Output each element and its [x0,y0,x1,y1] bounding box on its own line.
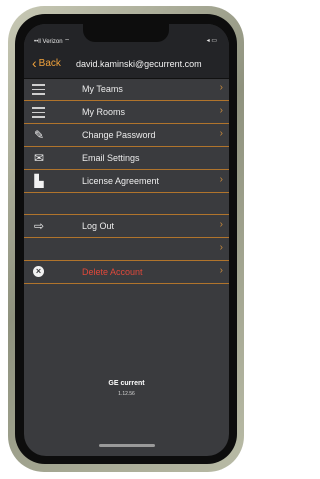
document-icon: ▙ [34,174,44,188]
hamburger-icon [32,107,45,121]
menu-item-label: License Agreement [82,176,160,186]
phone-notch [83,24,169,42]
menu-item-label: My Rooms [82,107,126,117]
menu-item-label: Delete Account [82,267,143,277]
envelope-icon: ✉ [33,151,45,165]
hamburger-icon [32,84,45,98]
menu-item-change-password[interactable]: ✎ Change Password › [24,124,229,147]
account-email-title: david.kaminski@gecurrent.com [76,59,202,69]
chevron-right-icon: › [219,82,223,93]
app-version: 1.12.56 [118,391,135,397]
chevron-right-icon: › [219,242,223,253]
menu-item-my-rooms[interactable]: My Rooms › [24,101,229,124]
menu-item-label: My Teams [82,84,123,94]
menu-item-license-agreement[interactable]: ▙ License Agreement › [24,170,229,193]
x-circle-icon: × [32,265,46,279]
back-label: Back [38,58,61,69]
battery-icon: ◂ ▭ [206,38,217,44]
app-footer: GE current 1.12.56 [24,380,229,397]
brand-logo: GE current [108,380,145,387]
chevron-right-icon: › [219,174,223,185]
pencil-icon: ✎ [33,128,45,142]
navigation-bar: ‹ Back david.kaminski@gecurrent.com [24,52,229,79]
chevron-right-icon: › [219,105,223,116]
chevron-left-icon: ‹ [32,54,37,71]
carrier-signal: ••ll Verizon ⌔ [34,39,70,45]
menu-item-delete-account[interactable]: × Delete Account › [24,261,229,284]
menu-item-label: Change Password [82,130,156,140]
menu-item-my-teams[interactable]: My Teams › [24,78,229,101]
menu-spacer [24,193,229,215]
home-indicator[interactable] [99,444,155,447]
app-screen: ••ll Verizon ⌔ 3:37 PM ◂ ▭ ‹ Back david.… [24,24,229,456]
menu-item-label: Log Out [82,221,115,231]
chevron-right-icon: › [219,128,223,139]
chevron-right-icon: › [219,265,223,276]
back-button[interactable]: ‹ Back [32,54,61,71]
menu-item-label: Email Settings [82,153,140,163]
menu-empty-row: › [24,238,229,261]
menu-item-email-settings[interactable]: ✉ Email Settings [24,147,229,170]
settings-menu: My Teams › My Rooms › ✎ Change Password … [24,78,229,284]
chevron-right-icon: › [219,219,223,230]
logout-icon: ⇨ [33,219,45,233]
menu-item-log-out[interactable]: ⇨ Log Out › [24,215,229,238]
